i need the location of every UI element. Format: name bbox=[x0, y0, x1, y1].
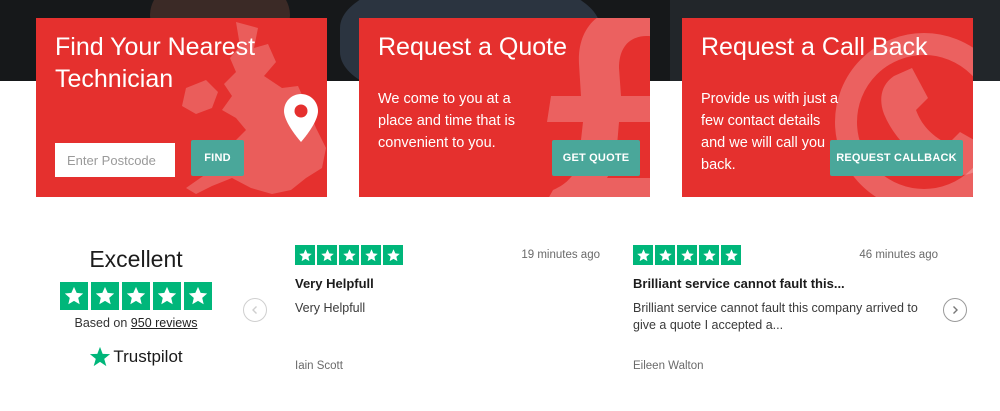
star-icon bbox=[699, 245, 719, 265]
find-technician-card: Find Your Nearest Technician FIND bbox=[36, 18, 327, 197]
review-card[interactable]: 46 minutes ago Brilliant service cannot … bbox=[633, 245, 938, 372]
card-title: Request a Quote bbox=[378, 33, 568, 61]
star-icon bbox=[677, 245, 697, 265]
review-author: Eileen Walton bbox=[633, 360, 704, 372]
star-icon bbox=[383, 245, 403, 265]
star-icon bbox=[295, 245, 315, 265]
star-icon bbox=[91, 282, 119, 310]
star-icon bbox=[721, 245, 741, 265]
rating-word: Excellent bbox=[89, 246, 183, 272]
review-body: Very Helpfull bbox=[295, 301, 366, 315]
get-quote-button[interactable]: GET QUOTE bbox=[552, 140, 640, 176]
star-icon bbox=[60, 282, 88, 310]
next-review-button[interactable] bbox=[943, 298, 967, 322]
location-pin-icon bbox=[284, 94, 318, 142]
review-time: 46 minutes ago bbox=[859, 249, 938, 261]
card-description: We come to you at a place and time that … bbox=[378, 91, 516, 151]
previous-review-button[interactable] bbox=[243, 298, 267, 322]
trustpilot-star-icon bbox=[90, 346, 111, 367]
review-title: Very Helpfull bbox=[295, 276, 374, 291]
star-icon bbox=[339, 245, 359, 265]
card-title: Request a Call Back bbox=[701, 33, 928, 61]
review-title: Brilliant service cannot fault this... bbox=[633, 276, 845, 291]
postcode-input[interactable] bbox=[55, 143, 175, 177]
chevron-right-icon bbox=[953, 306, 958, 314]
review-card[interactable]: 19 minutes ago Very Helpfull Very Helpfu… bbox=[295, 245, 600, 372]
trustpilot-summary: Excellent Based on 950 reviews Trustpilo… bbox=[56, 244, 216, 368]
request-callback-card: Request a Call Back Provide us with just… bbox=[682, 18, 973, 197]
review-author: Iain Scott bbox=[295, 360, 343, 372]
card-title: Find Your Nearest Technician bbox=[55, 33, 256, 93]
trustpilot-brand: Trustpilot bbox=[113, 347, 183, 366]
reviews-link[interactable]: 950 reviews bbox=[131, 316, 198, 330]
star-icon bbox=[655, 245, 675, 265]
star-icon bbox=[184, 282, 212, 310]
star-icon bbox=[122, 282, 150, 310]
trustpilot-logo[interactable]: Trustpilot bbox=[56, 346, 216, 368]
star-icon bbox=[361, 245, 381, 265]
rating-stars bbox=[56, 282, 216, 310]
request-quote-card: Request a Quote We come to you at a plac… bbox=[359, 18, 650, 197]
chevron-left-icon bbox=[252, 306, 257, 314]
card-description: Provide us with just a few contact detai… bbox=[701, 91, 839, 173]
review-time: 19 minutes ago bbox=[521, 249, 600, 261]
star-icon bbox=[317, 245, 337, 265]
find-button[interactable]: FIND bbox=[191, 140, 244, 176]
review-body: Brilliant service cannot fault this comp… bbox=[633, 301, 918, 332]
request-callback-button[interactable]: REQUEST CALLBACK bbox=[830, 140, 963, 176]
review-count: Based on 950 reviews bbox=[74, 316, 198, 330]
star-icon bbox=[633, 245, 653, 265]
star-icon bbox=[153, 282, 181, 310]
